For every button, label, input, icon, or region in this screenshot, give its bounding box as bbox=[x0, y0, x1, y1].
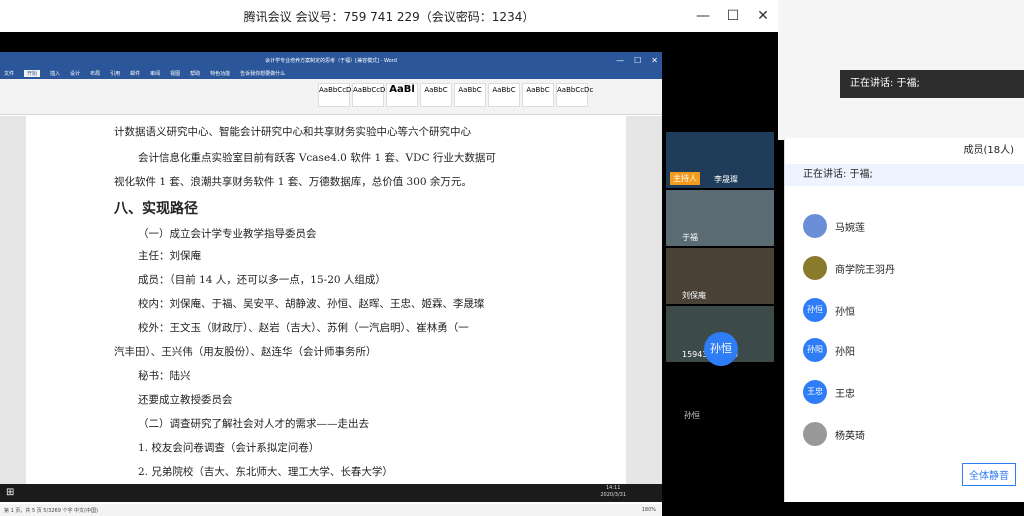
video-column: 主持人 李晟璨 于福 刘保庵 15943099990 孙恒 孙恒 bbox=[666, 100, 774, 430]
member-item[interactable]: 马婉莲 bbox=[803, 214, 865, 238]
doc-line: （一）成立会计学专业教学指导委员会 bbox=[138, 228, 317, 240]
member-name: 王忠 bbox=[835, 388, 855, 400]
style-swatch[interactable]: AaBbCcDc bbox=[556, 83, 593, 107]
doc-heading: 八、实现路径 bbox=[114, 201, 198, 217]
doc-line: （二）调查研究了解社会对人才的需求——走出去 bbox=[138, 418, 369, 430]
minimize-icon[interactable]: — bbox=[688, 8, 718, 24]
doc-line: 成员：（目前 14 人，还可以多一点，15-20 人组成） bbox=[138, 274, 386, 286]
doc-line: 校内：刘保庵、于福、吴安平、胡静波、孙恒、赵晖、王忠、姬霖、李晟璨 bbox=[138, 298, 485, 310]
host-badge: 主持人 bbox=[670, 172, 700, 185]
video-tile[interactable]: 于福 bbox=[666, 190, 774, 246]
shared-word-window: 会计学专业培养方案制定的思考（于福）[兼容模式] - Word — ☐ ✕ 文件… bbox=[0, 52, 662, 516]
participant-avatar: 孙恒 bbox=[704, 332, 738, 366]
tab-file[interactable]: 文件 bbox=[4, 70, 14, 77]
member-item[interactable]: 王忠 王忠 bbox=[803, 380, 855, 404]
document-area[interactable]: 计数据语义研究中心、智能会计研究中心和共享财务实验中心等六个研究中心 会计信息化… bbox=[0, 116, 662, 502]
doc-line: 计数据语义研究中心、智能会计研究中心和共享财务实验中心等六个研究中心 bbox=[114, 126, 471, 138]
member-item[interactable]: 孙阳 孙阳 bbox=[803, 338, 855, 362]
doc-line: 秘书：陆兴 bbox=[138, 370, 191, 382]
video-tile[interactable]: 刘保庵 bbox=[666, 248, 774, 304]
style-swatch[interactable]: AaBbC bbox=[420, 83, 452, 107]
meeting-titlebar: 腾讯会议 会议号：759 741 229（会议密码：1234） — ☐ ✕ bbox=[0, 0, 778, 32]
doc-line: 会计信息化重点实验室目前有跃客 Vcase4.0 软件 1 套、VDC 行业大数… bbox=[138, 152, 496, 164]
start-icon[interactable]: ⊞ bbox=[6, 487, 14, 498]
clock-time: 14:11 bbox=[605, 485, 621, 491]
clock-date: 2020/3/31 bbox=[600, 492, 626, 498]
style-swatch[interactable]: AaBbC bbox=[454, 83, 486, 107]
maximize-icon[interactable]: ☐ bbox=[718, 8, 748, 24]
tell-me-search[interactable]: 告诉我你想要做什么 bbox=[240, 70, 285, 77]
speaking-banner: 正在讲话: 于福; bbox=[840, 70, 1024, 98]
member-name: 孙阳 bbox=[835, 346, 855, 358]
video-name: 李晟璨 bbox=[714, 175, 738, 184]
doc-line: 视化软件 1 套、浪潮共享财务软件 1 套、万德数据库，总价值 300 余万元。 bbox=[114, 176, 472, 188]
doc-line: 2. 兄弟院校（吉大、东北师大、理工大学、长春大学） bbox=[138, 466, 393, 478]
meeting-body: 会计学专业培养方案制定的思考（于福）[兼容模式] - Word — ☐ ✕ 文件… bbox=[0, 32, 778, 516]
avatar: 王忠 bbox=[803, 380, 827, 404]
word-maximize-icon[interactable]: ☐ bbox=[634, 56, 641, 65]
tab-help[interactable]: 帮助 bbox=[190, 70, 200, 77]
style-swatch[interactable]: AaBl bbox=[386, 83, 418, 107]
tab-mailings[interactable]: 邮件 bbox=[130, 70, 140, 77]
tab-references[interactable]: 引用 bbox=[110, 70, 120, 77]
tab-home[interactable]: 开始 bbox=[24, 70, 41, 77]
tab-layout[interactable]: 布局 bbox=[90, 70, 100, 77]
member-name: 商学院王羽丹 bbox=[835, 264, 895, 276]
tab-design[interactable]: 设计 bbox=[70, 70, 80, 77]
doc-line: 汽丰田）、王兴伟（用友股份）、赵连华（会计师事务所） bbox=[114, 346, 377, 358]
word-window-controls: — ☐ ✕ bbox=[616, 52, 658, 68]
word-window-title: 会计学专业培养方案制定的思考（于福）[兼容模式] - Word bbox=[265, 57, 397, 64]
word-minimize-icon[interactable]: — bbox=[616, 56, 624, 65]
word-titlebar: 会计学专业培养方案制定的思考（于福）[兼容模式] - Word — ☐ ✕ bbox=[0, 52, 662, 68]
tab-review[interactable]: 审阅 bbox=[150, 70, 160, 77]
tab-view[interactable]: 视图 bbox=[170, 70, 180, 77]
member-item[interactable]: 商学院王羽丹 bbox=[803, 256, 895, 280]
document-page[interactable]: 计数据语义研究中心、智能会计研究中心和共享财务实验中心等六个研究中心 会计信息化… bbox=[26, 116, 626, 502]
tab-insert[interactable]: 插入 bbox=[50, 70, 60, 77]
doc-line: 主任：刘保庵 bbox=[138, 250, 201, 262]
tab-features[interactable]: 特色功能 bbox=[210, 70, 230, 77]
close-icon[interactable]: ✕ bbox=[748, 8, 778, 24]
word-ribbon: AaBbCcDc AaBbCcDc AaBl AaBbC AaBbC AaBbC… bbox=[0, 79, 662, 115]
video-name: 刘保庵 bbox=[682, 291, 706, 300]
word-statusbar: 第 1 页，共 5 页 5/3269 个字 中文(中国) 180% bbox=[0, 504, 662, 516]
video-name: 于福 bbox=[682, 233, 698, 242]
member-name: 马婉莲 bbox=[835, 222, 865, 234]
style-swatch[interactable]: AaBbCcDc bbox=[318, 83, 355, 107]
member-name: 孙恒 bbox=[835, 306, 855, 318]
window-controls: — ☐ ✕ bbox=[688, 0, 778, 32]
meeting-title: 腾讯会议 会议号：759 741 229（会议密码：1234） bbox=[243, 9, 535, 24]
doc-line: 1. 校友会问卷调查（会计系拟定问卷） bbox=[138, 442, 320, 454]
style-swatch[interactable]: AaBbCcDc bbox=[352, 83, 389, 107]
style-swatch[interactable]: AaBbC bbox=[522, 83, 554, 107]
video-name: 孙恒 bbox=[684, 411, 700, 420]
avatar: 孙恒 bbox=[803, 298, 827, 322]
word-ribbon-tabs: 文件 开始 插入 设计 布局 引用 邮件 审阅 视图 帮助 特色功能 告诉我你想… bbox=[0, 68, 662, 79]
mute-all-button[interactable]: 全体静音 bbox=[962, 463, 1016, 486]
doc-line: 校外：王文玉（财政厅）、赵岩（吉大）、苏俐（一汽启明）、崔林勇（一 bbox=[138, 322, 469, 334]
doc-line: 还要成立教授委员会 bbox=[138, 394, 233, 406]
video-tile[interactable]: 主持人 李晟璨 bbox=[666, 132, 774, 188]
avatar bbox=[803, 256, 827, 280]
members-speaking: 正在讲话: 于福; bbox=[785, 164, 1024, 186]
style-swatch[interactable]: AaBbC bbox=[488, 83, 520, 107]
members-title: 成员(18人) bbox=[963, 145, 1014, 156]
member-item[interactable]: 孙恒 孙恒 bbox=[803, 298, 855, 322]
windows-taskbar: ⊞ 14:11 2020/3/31 bbox=[0, 484, 662, 502]
avatar bbox=[803, 422, 827, 446]
avatar: 孙阳 bbox=[803, 338, 827, 362]
member-item[interactable]: 杨英琦 bbox=[803, 422, 865, 446]
avatar bbox=[803, 214, 827, 238]
word-close-icon[interactable]: ✕ bbox=[651, 56, 658, 65]
member-name: 杨英琦 bbox=[835, 430, 865, 442]
members-panel: 成员(18人) 正在讲话: 于福; 马婉莲 商学院王羽丹 孙恒 孙恒 孙阳 孙阳… bbox=[784, 138, 1024, 502]
